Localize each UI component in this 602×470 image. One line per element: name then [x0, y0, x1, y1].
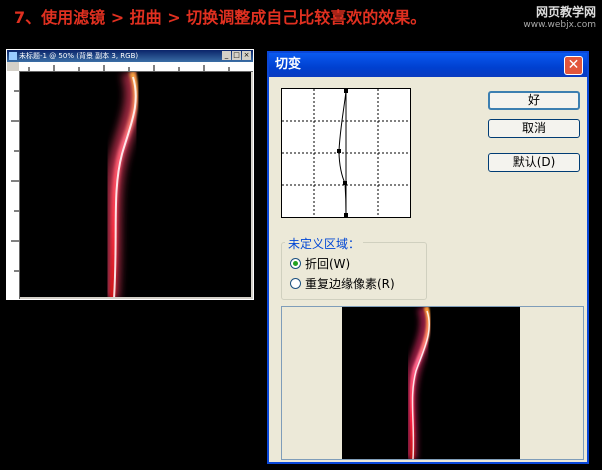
radio-repeat-edge-label: 重复边缘像素(R) — [305, 277, 395, 291]
ok-button[interactable]: 好 — [488, 91, 580, 110]
instruction-text: 7、使用滤镜 > 扭曲 > 切换调整成自己比较喜欢的效果。 — [14, 8, 427, 27]
cancel-button[interactable]: 取消 — [488, 119, 580, 138]
photoshop-doc-icon — [9, 52, 17, 60]
ruler-horizontal[interactable] — [19, 62, 253, 72]
shear-dialog: 切变 ✕ 好 取消 默认(D) 未定义区域： 折回(W) 重复边缘像素(R) — [267, 51, 589, 464]
close-icon[interactable]: × — [242, 51, 251, 60]
default-button[interactable]: 默认(D) — [488, 153, 580, 172]
minimize-icon[interactable]: _ — [222, 51, 231, 60]
document-window[interactable]: 未标题-1 @ 50% (背景 副本 3, RGB) _ □ × — [6, 49, 254, 300]
curve-point-bottom[interactable] — [344, 213, 348, 217]
flame-image — [101, 72, 143, 297]
radio-selected-icon[interactable] — [290, 258, 301, 269]
radio-unselected-icon[interactable] — [290, 278, 301, 289]
curve-point-top[interactable] — [344, 89, 348, 93]
dialog-title: 切变 — [275, 57, 302, 72]
ruler-vertical[interactable] — [7, 71, 20, 299]
document-titlebar[interactable]: 未标题-1 @ 50% (背景 副本 3, RGB) _ □ × — [7, 50, 253, 62]
radio-wrap-around-label: 折回(W) — [305, 257, 351, 271]
curve-point-low[interactable] — [343, 181, 347, 185]
close-icon: ✕ — [567, 57, 580, 73]
dialog-titlebar[interactable]: 切变 ✕ — [269, 53, 587, 77]
document-canvas[interactable] — [20, 72, 251, 297]
curve-point-mid[interactable] — [337, 149, 341, 153]
watermark-main: 网页教学网 — [535, 5, 596, 19]
preview-panel[interactable] — [281, 306, 584, 460]
watermark: 网页教学网 www.webjx.com — [523, 6, 596, 32]
dialog-close-button[interactable]: ✕ — [564, 56, 583, 75]
radio-repeat-edge[interactable]: 重复边缘像素(R) — [290, 275, 395, 292]
watermark-sub: www.webjx.com — [523, 20, 596, 30]
document-title: 未标题-1 @ 50% (背景 副本 3, RGB) — [19, 52, 139, 60]
maximize-icon[interactable]: □ — [232, 51, 241, 60]
radio-wrap-around[interactable]: 折回(W) — [290, 255, 350, 272]
shear-curve-grid[interactable] — [281, 88, 411, 218]
undefined-area-label: 未定义区域： — [285, 235, 364, 252]
preview-image — [342, 307, 520, 459]
